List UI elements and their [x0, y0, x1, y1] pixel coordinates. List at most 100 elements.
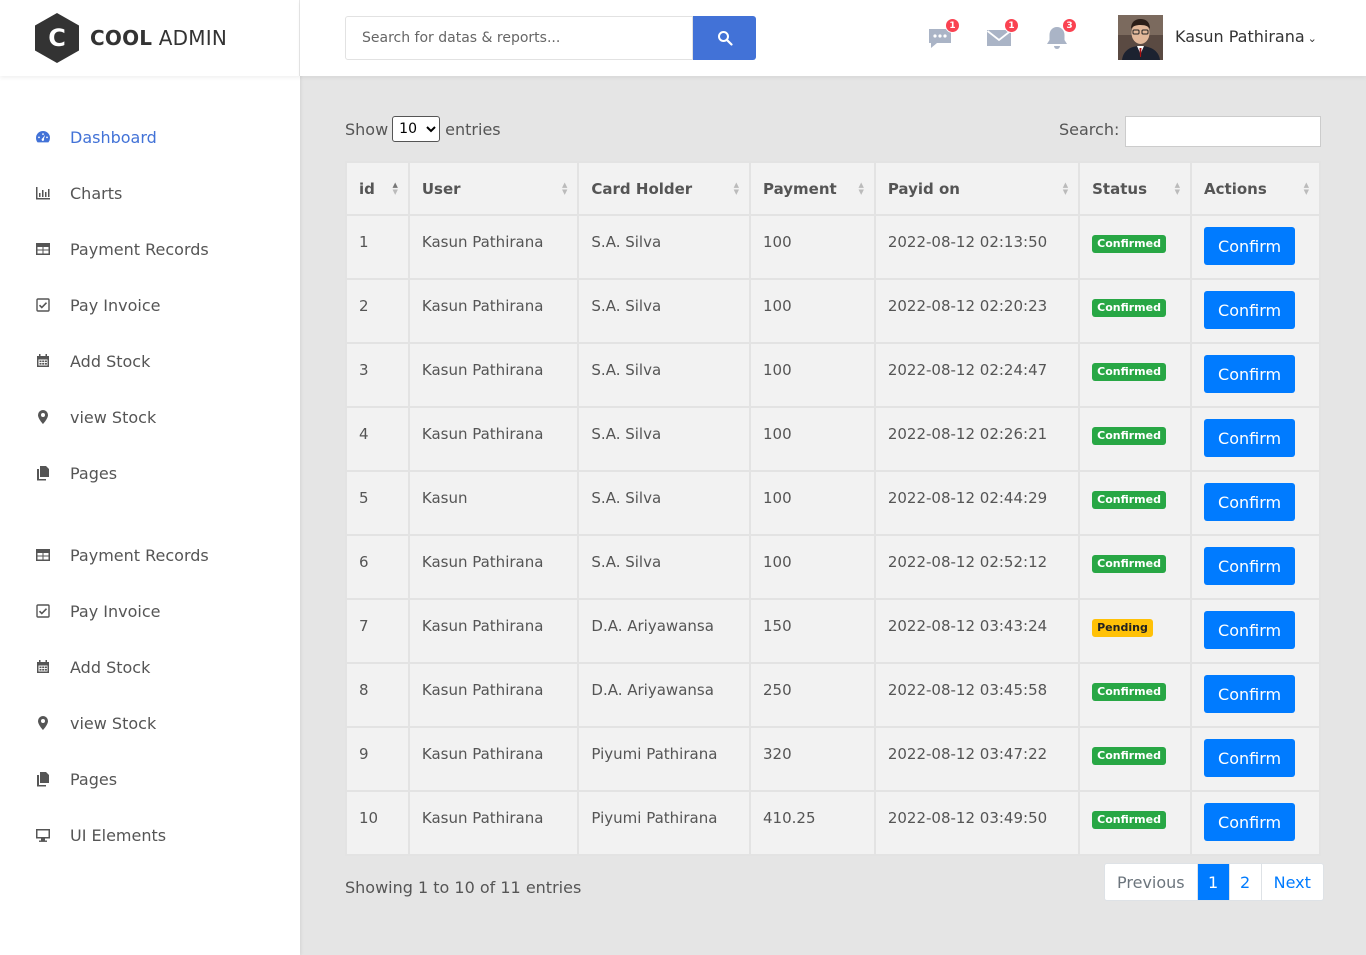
- sidebar-item-payment-records[interactable]: Payment Records: [0, 221, 300, 277]
- table-row: 5 Kasun S.A. Silva 100 2022-08-12 02:44:29 Co…: [345, 470, 1321, 536]
- check-square-icon: [34, 602, 52, 620]
- global-search-input[interactable]: [345, 16, 693, 60]
- cell-user: Kasun Pathirana: [407, 790, 580, 856]
- cell-status: Confirmed: [1078, 534, 1193, 600]
- column-header-status[interactable]: Status ▲ ▼: [1078, 161, 1193, 216]
- user-name: Kasun Pathirana: [1175, 27, 1305, 46]
- confirm-button[interactable]: Confirm: [1204, 803, 1296, 841]
- sidebar-item-label: view Stock: [70, 407, 157, 427]
- avatar[interactable]: [1118, 15, 1163, 60]
- confirm-button[interactable]: Confirm: [1204, 675, 1296, 713]
- cell-actions: Confirm: [1190, 726, 1321, 792]
- confirm-button[interactable]: Confirm: [1204, 291, 1296, 329]
- logo[interactable]: C COOL ADMIN: [0, 0, 300, 76]
- cell-payment: 100: [749, 342, 876, 408]
- cell-status: Pending: [1078, 598, 1193, 664]
- column-header-label: Payment: [763, 179, 837, 198]
- column-header-label: Payid on: [887, 179, 960, 198]
- pagination-next[interactable]: Next: [1260, 864, 1323, 900]
- pagination-page-2[interactable]: 2: [1228, 864, 1261, 900]
- global-search-button[interactable]: [693, 16, 756, 60]
- cell-card-holder: D.A. Ariyawansa: [577, 598, 752, 664]
- top-header: 1 1 3 Kasun Pathirana⌄: [300, 0, 1366, 76]
- mail-button[interactable]: 1: [984, 18, 1019, 53]
- cell-id: 8: [345, 662, 410, 728]
- sidebar-item-label: Add Stock: [70, 657, 151, 677]
- cell-payid-on: 2022-08-12 03:47:22: [873, 726, 1081, 792]
- notifications-badge: 3: [1062, 18, 1077, 33]
- confirm-button[interactable]: Confirm: [1204, 227, 1296, 265]
- status-badge: Confirmed: [1092, 491, 1166, 509]
- cell-id: 4: [345, 406, 410, 472]
- cell-id: 5: [345, 470, 410, 536]
- sidebar-item-charts[interactable]: Charts: [0, 165, 300, 221]
- sidebar-item-label: Pages: [70, 769, 118, 789]
- cell-card-holder: Piyumi Pathirana: [577, 726, 752, 792]
- column-header-payment[interactable]: Payment ▲ ▼: [749, 161, 876, 216]
- cell-payid-on: 2022-08-12 02:44:29: [873, 470, 1081, 536]
- confirm-button[interactable]: Confirm: [1204, 611, 1296, 649]
- cell-payment: 100: [749, 534, 876, 600]
- cell-id: 9: [345, 726, 410, 792]
- sidebar-item-pay-invoice-2[interactable]: Pay Invoice: [0, 583, 300, 639]
- column-header-label: Actions: [1204, 179, 1267, 198]
- confirm-button[interactable]: Confirm: [1204, 419, 1296, 457]
- sidebar-item-pages[interactable]: Pages: [0, 445, 300, 501]
- sidebar-item-view-stock-2[interactable]: view Stock: [0, 695, 300, 751]
- confirm-button[interactable]: Confirm: [1204, 483, 1296, 521]
- cell-payid-on: 2022-08-12 02:20:23: [873, 278, 1081, 344]
- sidebar-item-dashboard[interactable]: Dashboard: [0, 109, 300, 165]
- sidebar-item-pages-2[interactable]: Pages: [0, 751, 300, 807]
- sort-icon: ▲ ▼: [392, 180, 398, 196]
- cell-user: Kasun Pathirana: [407, 406, 580, 472]
- page-length-select[interactable]: 10: [392, 116, 441, 142]
- cell-payment: 100: [749, 406, 876, 472]
- cell-user: Kasun Pathirana: [407, 214, 580, 280]
- column-header-user[interactable]: User ▲ ▼: [407, 161, 580, 216]
- sidebar: C COOL ADMIN Dashboard Charts Payment Re…: [0, 0, 300, 955]
- table-row: 3 Kasun Pathirana S.A. Silva 100 2022-08-12 …: [345, 342, 1321, 408]
- dashboard-icon: [34, 128, 52, 146]
- sidebar-menu: Dashboard Charts Payment Records Pay Inv…: [0, 109, 300, 863]
- sidebar-item-payment-records-2[interactable]: Payment Records: [0, 527, 300, 583]
- user-menu-toggle[interactable]: Kasun Pathirana ⌄: [1175, 27, 1317, 46]
- column-header-id[interactable]: id ▲ ▼: [345, 161, 410, 216]
- copy-icon: [34, 464, 52, 482]
- table-icon: [34, 546, 52, 564]
- calendar-icon: [34, 352, 52, 370]
- column-header-label: id: [359, 179, 375, 198]
- column-header-payid-on[interactable]: Payid on ▲ ▼: [873, 161, 1081, 216]
- cell-status: Confirmed: [1078, 726, 1193, 792]
- status-badge: Confirmed: [1092, 747, 1166, 765]
- confirm-button[interactable]: Confirm: [1204, 547, 1296, 585]
- confirm-button[interactable]: Confirm: [1204, 355, 1296, 393]
- table-search-input[interactable]: [1125, 116, 1321, 147]
- logo-letter: C: [48, 24, 66, 52]
- sidebar-item-label: Pay Invoice: [70, 295, 161, 315]
- confirm-button[interactable]: Confirm: [1204, 739, 1296, 777]
- comments-badge: 1: [945, 18, 960, 33]
- map-marker-icon: [34, 408, 52, 426]
- column-header-actions[interactable]: Actions ▲ ▼: [1190, 161, 1321, 216]
- sidebar-item-label: UI Elements: [70, 825, 167, 845]
- pagination-previous[interactable]: Previous: [1105, 864, 1197, 900]
- calendar-icon: [34, 658, 52, 676]
- show-label: Show: [345, 119, 389, 139]
- sidebar-item-label: Payment Records: [70, 239, 209, 259]
- sidebar-item-ui-elements[interactable]: UI Elements: [0, 807, 300, 863]
- sidebar-item-add-stock-2[interactable]: Add Stock: [0, 639, 300, 695]
- cell-card-holder: S.A. Silva: [577, 278, 752, 344]
- comments-button[interactable]: 1: [925, 18, 960, 53]
- pagination-page-1[interactable]: 1: [1196, 864, 1229, 900]
- cell-user: Kasun Pathirana: [407, 278, 580, 344]
- cell-payment: 150: [749, 598, 876, 664]
- cell-id: 7: [345, 598, 410, 664]
- sidebar-item-view-stock[interactable]: view Stock: [0, 389, 300, 445]
- sidebar-item-add-stock[interactable]: Add Stock: [0, 333, 300, 389]
- notifications-button[interactable]: 3: [1042, 18, 1077, 53]
- cell-status: Confirmed: [1078, 278, 1193, 344]
- status-badge: Confirmed: [1092, 683, 1166, 701]
- cell-actions: Confirm: [1190, 214, 1321, 280]
- sidebar-item-pay-invoice[interactable]: Pay Invoice: [0, 277, 300, 333]
- column-header-card-holder[interactable]: Card Holder ▲ ▼: [577, 161, 752, 216]
